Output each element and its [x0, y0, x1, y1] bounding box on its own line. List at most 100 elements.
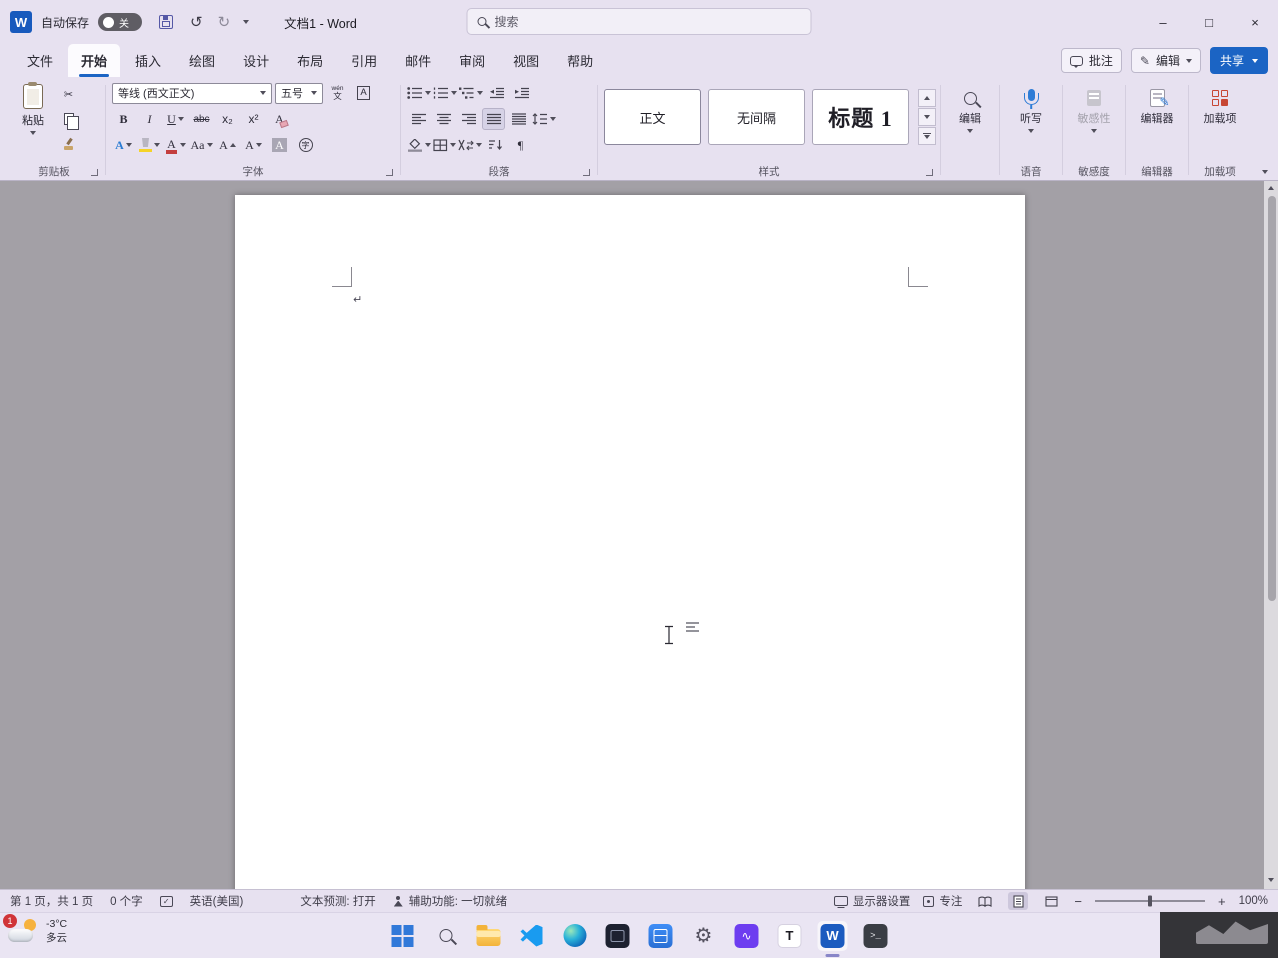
- font-dialog-launcher[interactable]: [386, 169, 393, 176]
- undo-button[interactable]: ↺: [190, 15, 203, 30]
- scrollbar-thumb[interactable]: [1267, 196, 1276, 601]
- start-button[interactable]: [388, 921, 418, 951]
- shrink-font-button[interactable]: A: [242, 134, 265, 156]
- zoom-level[interactable]: 100%: [1239, 895, 1268, 907]
- zoom-slider-thumb[interactable]: [1147, 895, 1152, 907]
- vscode-button[interactable]: [517, 921, 547, 951]
- collapse-ribbon-button[interactable]: [1262, 170, 1268, 174]
- focus-button[interactable]: 专注: [923, 893, 962, 909]
- paragraph-dialog-launcher[interactable]: [583, 169, 590, 176]
- style-card-normal[interactable]: 正文: [604, 89, 701, 145]
- shading-button[interactable]: [407, 134, 431, 156]
- app-dark-tile-button[interactable]: [603, 921, 633, 951]
- character-border-button[interactable]: A: [352, 82, 375, 104]
- justify-button[interactable]: [482, 108, 505, 130]
- dictate-button[interactable]: 听写: [1006, 80, 1056, 134]
- format-painter-button[interactable]: [57, 133, 80, 155]
- word-taskbar-button[interactable]: W: [817, 920, 848, 957]
- tab-references[interactable]: 引用: [338, 44, 390, 77]
- bullets-button[interactable]: [407, 82, 431, 104]
- display-settings-button[interactable]: 显示器设置: [833, 893, 910, 909]
- weather-widget[interactable]: 1 -3°C 多云: [3, 914, 67, 945]
- numbering-button[interactable]: [433, 82, 457, 104]
- close-button[interactable]: ×: [1232, 0, 1278, 44]
- paste-button[interactable]: 粘贴: [9, 80, 57, 135]
- tab-review[interactable]: 审阅: [446, 44, 498, 77]
- cut-button[interactable]: ✂: [57, 83, 80, 105]
- tab-file[interactable]: 文件: [14, 44, 66, 77]
- underline-button[interactable]: U: [164, 108, 187, 130]
- align-center-button[interactable]: [432, 108, 455, 130]
- scroll-up-arrow[interactable]: [1264, 181, 1278, 195]
- maximize-button[interactable]: □: [1186, 0, 1232, 44]
- line-spacing-button[interactable]: [532, 108, 556, 130]
- tab-home[interactable]: 开始: [68, 44, 121, 77]
- style-card-no-spacing[interactable]: 无间隔: [708, 89, 805, 145]
- save-icon[interactable]: [159, 15, 174, 29]
- borders-button[interactable]: [433, 134, 456, 156]
- distributed-button[interactable]: [507, 108, 530, 130]
- tab-layout[interactable]: 布局: [284, 44, 336, 77]
- quick-access-dropdown-button[interactable]: [243, 20, 250, 24]
- style-card-heading1[interactable]: 标题 1: [812, 89, 909, 145]
- editing-mode-button[interactable]: ✎ 编辑: [1130, 48, 1201, 73]
- styles-scroll-up-button[interactable]: [918, 89, 936, 107]
- taskbar-search-button[interactable]: [431, 921, 461, 951]
- italic-button[interactable]: I: [138, 108, 161, 130]
- redo-button[interactable]: ↻: [218, 15, 231, 30]
- styles-scroll-down-button[interactable]: [918, 108, 936, 126]
- text-prediction-status[interactable]: 文本预测: 打开: [300, 893, 375, 909]
- tab-insert[interactable]: 插入: [122, 44, 174, 77]
- character-shading-button[interactable]: A: [268, 134, 291, 156]
- settings-button[interactable]: ⚙: [689, 921, 719, 951]
- copy-button[interactable]: [57, 108, 80, 130]
- word-count-status[interactable]: 0 个字: [110, 893, 143, 909]
- show-hide-marks-button[interactable]: ¶: [509, 134, 532, 156]
- app-blue-tile-button[interactable]: [646, 921, 676, 951]
- change-case-button[interactable]: Aa: [190, 134, 213, 156]
- comments-button[interactable]: 批注: [1060, 48, 1122, 73]
- tab-view[interactable]: 视图: [500, 44, 552, 77]
- font-color-button[interactable]: A: [164, 134, 187, 156]
- enclose-character-button[interactable]: 字: [294, 134, 317, 156]
- zoom-out-button[interactable]: −: [1074, 895, 1082, 908]
- styles-more-button[interactable]: [918, 127, 936, 145]
- app-purple-tile-button[interactable]: ∿: [732, 921, 762, 951]
- highlight-button[interactable]: [138, 134, 161, 156]
- bold-button[interactable]: B: [112, 108, 135, 130]
- addins-button[interactable]: 加载项: [1195, 80, 1245, 126]
- grow-font-button[interactable]: A: [216, 134, 239, 156]
- accessibility-status[interactable]: 辅助功能: 一切就绪: [393, 893, 507, 909]
- zoom-in-button[interactable]: +: [1218, 895, 1226, 908]
- superscript-button[interactable]: x²: [242, 108, 265, 130]
- terminal-button[interactable]: >_: [861, 921, 891, 951]
- document-canvas[interactable]: ↵: [0, 181, 1278, 889]
- minimize-button[interactable]: –: [1140, 0, 1186, 44]
- asian-layout-button[interactable]: [458, 134, 482, 156]
- vertical-scrollbar[interactable]: [1264, 181, 1278, 889]
- scroll-down-arrow[interactable]: [1264, 873, 1278, 887]
- web-layout-button[interactable]: [1041, 892, 1061, 910]
- styles-dialog-launcher[interactable]: [926, 169, 933, 176]
- increase-indent-button[interactable]: [510, 82, 533, 104]
- app-t-tile-button[interactable]: T: [775, 921, 805, 951]
- sort-button[interactable]: [484, 134, 507, 156]
- print-layout-button[interactable]: [1008, 892, 1029, 910]
- phonetic-guide-button[interactable]: wén 文: [326, 82, 349, 104]
- font-name-combobox[interactable]: 等线 (西文正文): [112, 82, 272, 104]
- multilevel-list-button[interactable]: [459, 82, 483, 104]
- edge-button[interactable]: [560, 921, 590, 951]
- clipboard-dialog-launcher[interactable]: [91, 169, 98, 176]
- zoom-slider[interactable]: [1094, 895, 1205, 907]
- subscript-button[interactable]: x₂: [216, 108, 239, 130]
- autosave-toggle[interactable]: 关: [98, 13, 143, 31]
- align-left-button[interactable]: [407, 108, 430, 130]
- share-button[interactable]: 共享: [1209, 47, 1268, 74]
- tab-design[interactable]: 设计: [230, 44, 282, 77]
- search-box[interactable]: 搜索: [466, 8, 812, 35]
- tab-help[interactable]: 帮助: [554, 44, 606, 77]
- font-size-combobox[interactable]: 五号: [275, 82, 323, 104]
- editor-button[interactable]: 编辑器: [1132, 80, 1182, 126]
- sensitivity-button[interactable]: 敏感性: [1069, 80, 1119, 134]
- decrease-indent-button[interactable]: [485, 82, 508, 104]
